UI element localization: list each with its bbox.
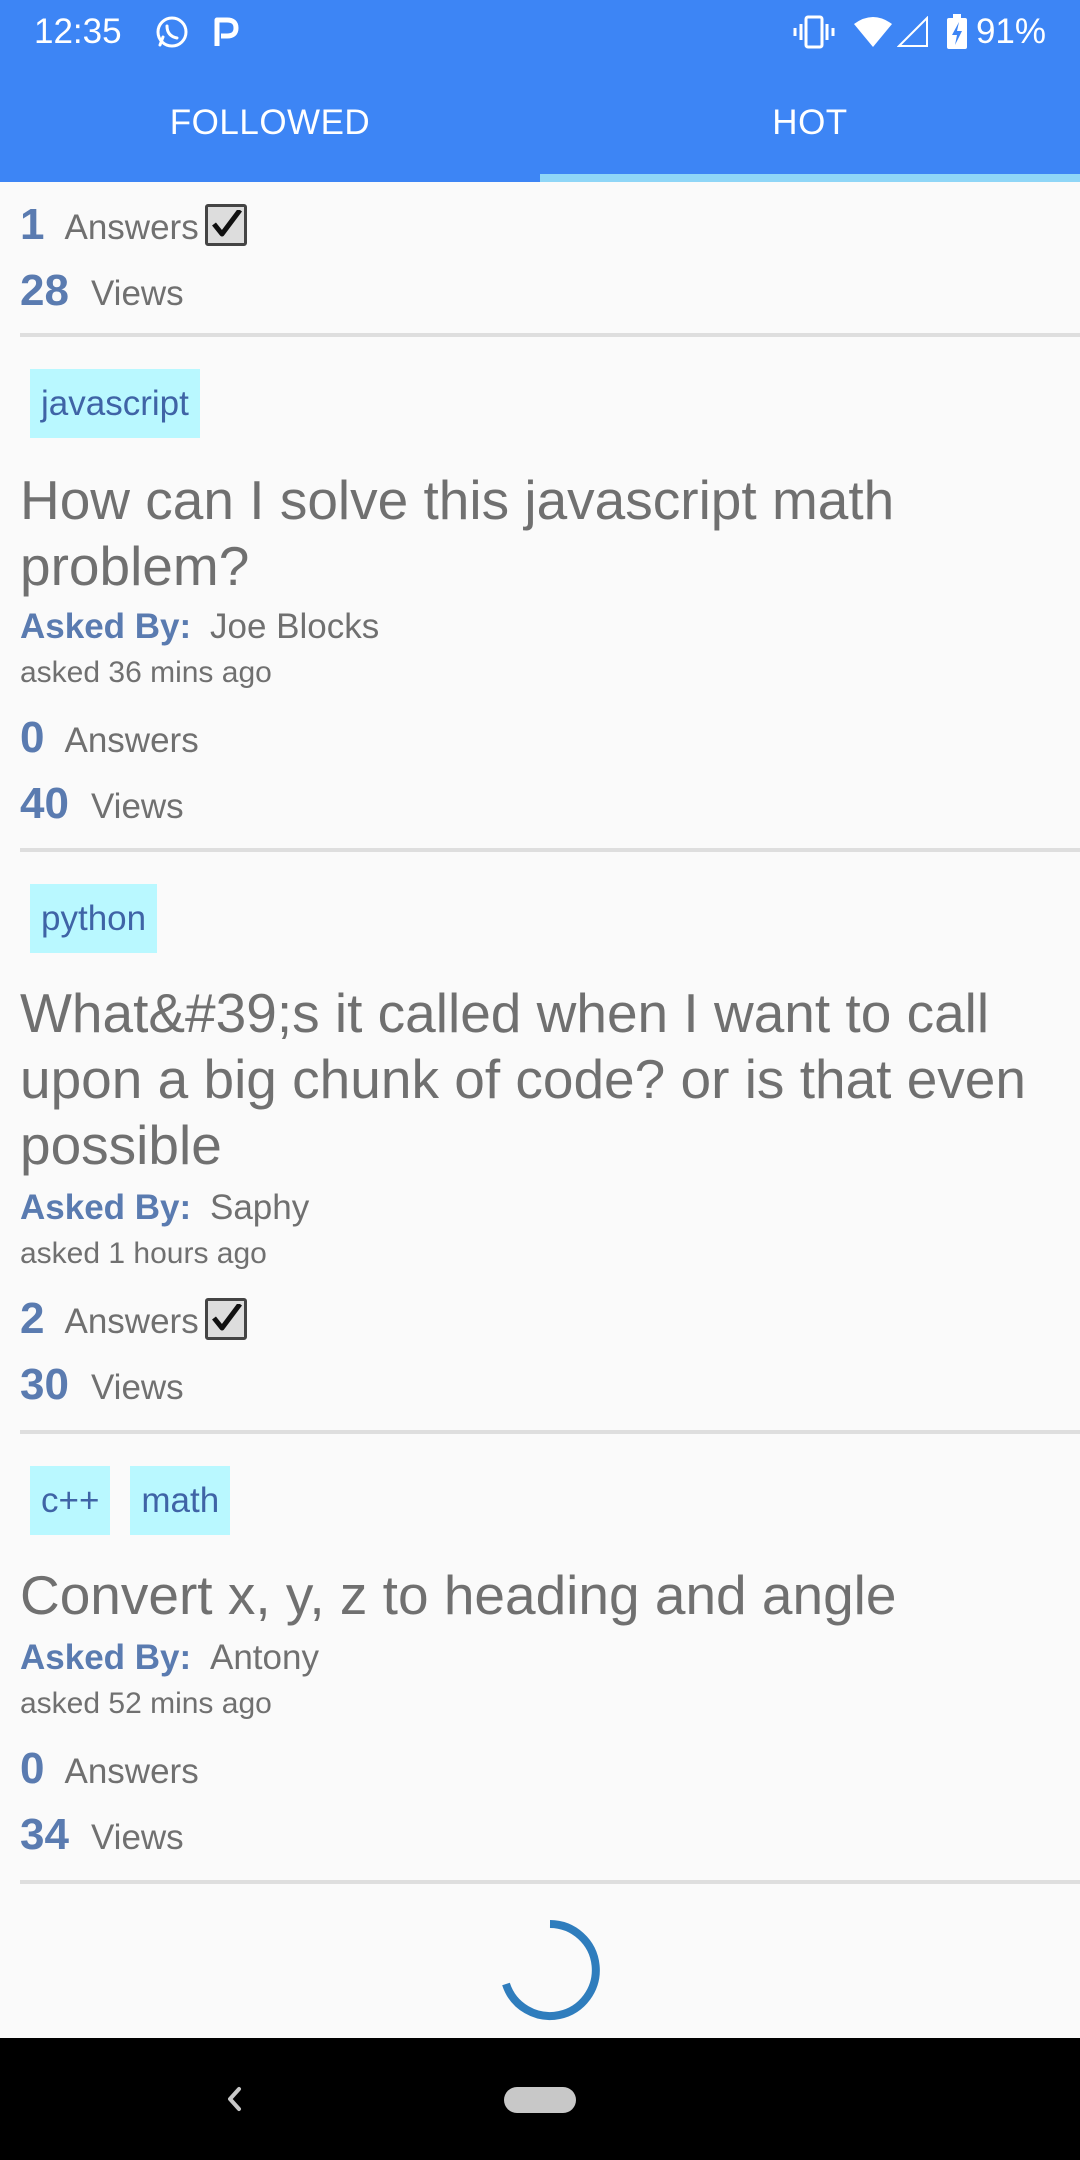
whatsapp-icon xyxy=(152,12,192,52)
asked-by-row: Asked By: Antony xyxy=(20,1638,319,1678)
tag-list: c++ math xyxy=(30,1466,231,1535)
views-stat: 28 Views xyxy=(20,266,184,316)
battery-percentage: 91% xyxy=(975,12,1046,51)
battery-charging-icon xyxy=(945,12,969,52)
question-feed[interactable]: 1 Answers 28 Views javascript How can I … xyxy=(0,182,1080,2038)
asked-by-label: Asked By: xyxy=(20,607,192,646)
parking-icon xyxy=(210,12,242,52)
tag-cpp[interactable]: c++ xyxy=(30,1466,111,1535)
views-label: Views xyxy=(90,274,184,313)
question-card[interactable]: javascript How can I solve this javascri… xyxy=(0,337,1080,852)
tab-bar: FOLLOWED HOT xyxy=(0,64,1080,182)
answers-label: Answers xyxy=(64,1752,199,1791)
answers-count: 1 xyxy=(20,200,45,249)
asked-time: asked 1 hours ago xyxy=(20,1237,267,1270)
asked-time: asked 36 mins ago xyxy=(20,656,272,689)
answers-stat: 0 Answers xyxy=(20,1744,199,1794)
wifi-icon xyxy=(852,12,894,52)
answers-label: Answers xyxy=(64,1302,199,1341)
author-name[interactable]: Antony xyxy=(210,1638,319,1678)
question-card[interactable]: 1 Answers 28 Views xyxy=(0,182,1080,338)
asked-by-row: Asked By: Saphy xyxy=(20,1188,309,1228)
answers-stat: 2 Answers xyxy=(20,1294,247,1344)
tag-list: javascript xyxy=(30,369,200,438)
asked-time: asked 52 mins ago xyxy=(20,1687,272,1720)
accepted-check-icon xyxy=(204,1298,247,1340)
author-name[interactable]: Joe Blocks xyxy=(210,607,379,647)
answers-label: Answers xyxy=(64,721,199,760)
views-label: Views xyxy=(90,787,184,826)
answers-label: Answers xyxy=(64,208,199,247)
answers-count: 0 xyxy=(20,1744,45,1793)
back-icon[interactable] xyxy=(218,2076,248,2127)
question-title[interactable]: What&#39;s it called when I want to call… xyxy=(20,980,1060,1178)
status-bar: 12:35 91% xyxy=(0,0,1080,64)
views-count: 40 xyxy=(20,779,69,828)
accepted-check-icon xyxy=(204,204,247,246)
author-name[interactable]: Saphy xyxy=(210,1188,309,1228)
question-title[interactable]: Convert x, y, z to heading and angle xyxy=(20,1562,1060,1628)
asked-by-row: Asked By: Joe Blocks xyxy=(20,607,379,647)
signal-icon xyxy=(896,12,930,52)
question-card[interactable]: c++ math Convert x, y, z to heading and … xyxy=(0,1434,1080,1886)
loading-spinner-icon xyxy=(498,1918,602,2027)
answers-count: 0 xyxy=(20,713,45,762)
asked-by-label: Asked By: xyxy=(20,1638,192,1677)
asked-by-label: Asked By: xyxy=(20,1188,192,1227)
answers-stat: 1 Answers xyxy=(20,200,247,250)
views-stat: 30 Views xyxy=(20,1360,184,1410)
status-time: 12:35 xyxy=(34,12,122,51)
home-pill-icon[interactable] xyxy=(504,2087,576,2113)
views-label: Views xyxy=(90,1818,184,1857)
answers-stat: 0 Answers xyxy=(20,713,199,763)
tab-hot[interactable]: HOT xyxy=(540,64,1080,182)
views-count: 34 xyxy=(20,1810,69,1859)
vibrate-icon xyxy=(792,12,836,52)
tag-list: python xyxy=(30,884,158,953)
question-card[interactable]: python What&#39;s it called when I want … xyxy=(0,852,1080,1434)
views-count: 30 xyxy=(20,1360,69,1409)
views-stat: 40 Views xyxy=(20,779,184,829)
answers-count: 2 xyxy=(20,1294,45,1343)
views-label: Views xyxy=(90,1368,184,1407)
navigation-bar xyxy=(0,2038,1080,2160)
tab-indicator xyxy=(540,174,1080,182)
tag-math[interactable]: math xyxy=(130,1466,231,1535)
divider xyxy=(20,1880,1080,1884)
tab-followed[interactable]: FOLLOWED xyxy=(0,64,540,182)
views-count: 28 xyxy=(20,266,69,315)
tag-python[interactable]: python xyxy=(30,884,158,953)
views-stat: 34 Views xyxy=(20,1810,184,1860)
tag-javascript[interactable]: javascript xyxy=(30,369,200,438)
question-title[interactable]: How can I solve this javascript math pro… xyxy=(20,467,1060,599)
